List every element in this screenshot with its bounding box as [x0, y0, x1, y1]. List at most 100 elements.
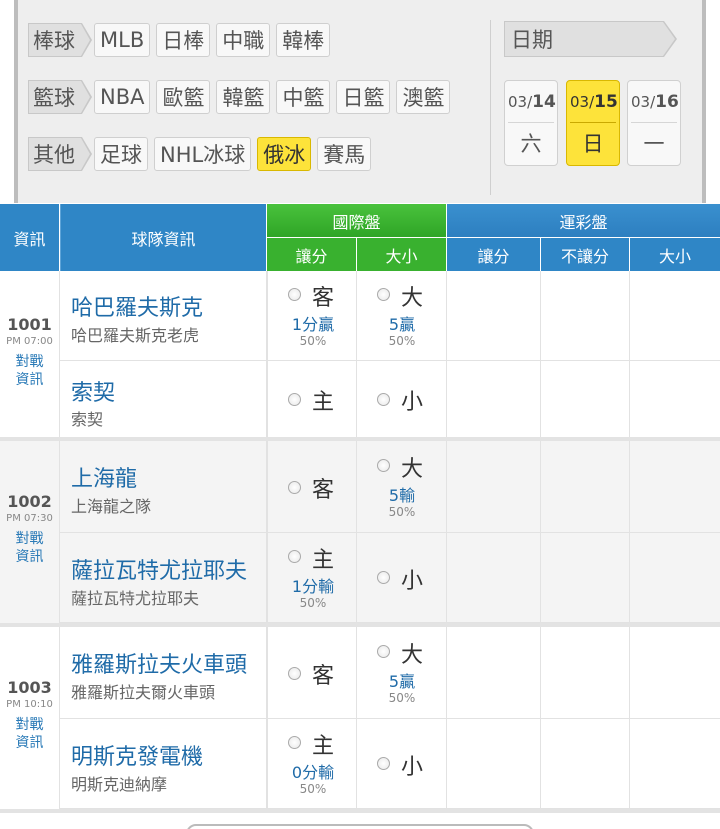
lottery-cell [541, 441, 630, 533]
total-radio[interactable] [377, 288, 390, 301]
league-chip[interactable]: 賽馬 [317, 137, 372, 171]
header-info: 資訊 [0, 204, 59, 271]
league-chip[interactable]: 中職 [216, 23, 271, 57]
date-button[interactable]: 03/14 六 [504, 80, 558, 166]
team-name[interactable]: 雅羅斯拉夫火車頭 [71, 647, 247, 679]
total-radio[interactable] [377, 459, 390, 472]
spread-radio[interactable] [288, 736, 301, 749]
category-other: 其他 [28, 137, 92, 171]
header-intl: 國際盤 [267, 204, 446, 237]
team-fullname: 薩拉瓦特尤拉耶夫 [71, 589, 200, 608]
spread-radio[interactable] [288, 667, 301, 680]
league-chip[interactable]: 澳籃 [396, 80, 451, 114]
league-chip-active[interactable]: 俄冰 [257, 137, 312, 171]
matchup-link-line1: 對戰 [15, 717, 44, 733]
bet-side-label: 客 [312, 478, 335, 503]
total-percent: 50% [388, 334, 416, 348]
league-chip[interactable]: 日籃 [336, 80, 391, 114]
filter-row-basketball: 籃球 NBA 歐籃 韓籃 中籃 日籃 澳籃 [28, 80, 451, 114]
league-chip[interactable]: 日棒 [156, 23, 211, 57]
team-fullname: 明斯克迪納摩 [71, 775, 168, 794]
header-lot-spread: 讓分 [447, 238, 540, 271]
matchup-link[interactable]: 對戰 資訊 [0, 530, 59, 566]
lottery-cell [541, 361, 630, 439]
team-name[interactable]: 索契 [71, 375, 115, 407]
total-radio[interactable] [377, 393, 390, 406]
game-group: 1001 PM 07:00 對戰 資訊 哈巴羅夫斯克 哈巴羅夫斯克老虎 索契 索契… [0, 271, 720, 439]
team-fullname: 索契 [71, 410, 104, 429]
spread-percent: 50% [299, 782, 327, 796]
game-number: 1001 [7, 315, 52, 334]
lottery-cell [630, 719, 720, 809]
league-chip[interactable]: 足球 [94, 137, 148, 171]
team-name[interactable]: 上海龍 [71, 461, 137, 493]
lottery-cell [630, 627, 720, 719]
bet-side-label: 小 [401, 755, 424, 780]
bet-side-label: 主 [312, 390, 335, 415]
team-name[interactable]: 薩拉瓦特尤拉耶夫 [71, 553, 247, 585]
header-lot-total: 大小 [630, 238, 720, 271]
date-label: 日期 [504, 21, 677, 57]
total-radio[interactable] [377, 571, 390, 584]
total-radio[interactable] [377, 757, 390, 770]
lottery-cell [541, 533, 630, 623]
game-time: PM 07:00 [6, 336, 53, 347]
lottery-cell [541, 627, 630, 719]
date-day: 16 [655, 92, 679, 112]
date-weekday: 一 [643, 132, 665, 156]
league-chip[interactable]: MLB [94, 23, 151, 57]
game-group: 1003 PM 10:10 對戰 資訊 雅羅斯拉夫火車頭 雅羅斯拉夫爾火車頭 明斯… [0, 627, 720, 809]
matchup-link[interactable]: 對戰 資訊 [0, 353, 59, 389]
spread-radio[interactable] [288, 481, 301, 494]
game-info: 1002 PM 07:30 對戰 資訊 [0, 441, 60, 623]
lottery-cell [447, 719, 541, 809]
date-day: 14 [532, 92, 556, 112]
date-weekday: 日 [582, 132, 604, 156]
spread-radio[interactable] [288, 288, 301, 301]
odds-table-header: 資訊 球隊資訊 國際盤 讓分 大小 運彩盤 讓分 不讓分 大小 [0, 204, 720, 271]
spread-line: 1分贏 [291, 315, 335, 334]
bet-side-label: 主 [312, 548, 335, 573]
team-name[interactable]: 明斯克發電機 [71, 739, 203, 771]
lottery-cell [630, 361, 720, 439]
league-chip[interactable]: 歐籃 [156, 80, 211, 114]
spread-radio[interactable] [288, 393, 301, 406]
spread-radio[interactable] [288, 550, 301, 563]
matchup-link-line1: 對戰 [15, 531, 44, 547]
game-info: 1001 PM 07:00 對戰 資訊 [0, 271, 60, 439]
lottery-cell [630, 533, 720, 623]
bet-side-label: 主 [312, 734, 335, 759]
bet-side-label: 小 [401, 569, 424, 594]
lottery-cell [630, 441, 720, 533]
league-chip[interactable]: 韓棒 [276, 23, 331, 57]
team-name[interactable]: 哈巴羅夫斯克 [71, 290, 203, 322]
lottery-cell [447, 271, 541, 361]
header-intl-spread: 讓分 [267, 238, 356, 271]
matchup-link-line2: 資訊 [15, 372, 44, 388]
bet-side-label: 客 [312, 286, 335, 311]
date-text: 03/16 [631, 81, 679, 123]
matchup-link[interactable]: 對戰 資訊 [0, 716, 59, 752]
header-lottery: 運彩盤 [447, 204, 720, 237]
more-button-edge[interactable] [186, 824, 534, 829]
category-baseball: 棒球 [28, 23, 92, 57]
spread-percent: 50% [299, 334, 327, 348]
date-text: 03/14 [508, 81, 556, 123]
team-fullname: 雅羅斯拉夫爾火車頭 [71, 683, 216, 702]
team-fullname: 上海龍之隊 [71, 497, 152, 516]
total-radio[interactable] [377, 645, 390, 658]
bet-side-label: 客 [312, 664, 335, 689]
game-group: 1002 PM 07:30 對戰 資訊 上海龍 上海龍之隊 薩拉瓦特尤拉耶夫 薩拉… [0, 441, 720, 623]
lottery-cell [630, 271, 720, 361]
spread-line: 1分輸 [291, 577, 335, 596]
date-button-active[interactable]: 03/15 日 [566, 80, 620, 166]
league-chip[interactable]: 中籃 [276, 80, 331, 114]
lottery-cell [447, 361, 541, 439]
filter-divider [490, 20, 491, 195]
date-month: 03/ [631, 93, 656, 111]
league-chip[interactable]: NHL冰球 [154, 137, 252, 171]
league-chip[interactable]: NBA [94, 80, 151, 114]
bet-side-label: 大 [401, 286, 424, 311]
league-chip[interactable]: 韓籃 [216, 80, 271, 114]
date-button[interactable]: 03/16 一 [627, 80, 681, 166]
